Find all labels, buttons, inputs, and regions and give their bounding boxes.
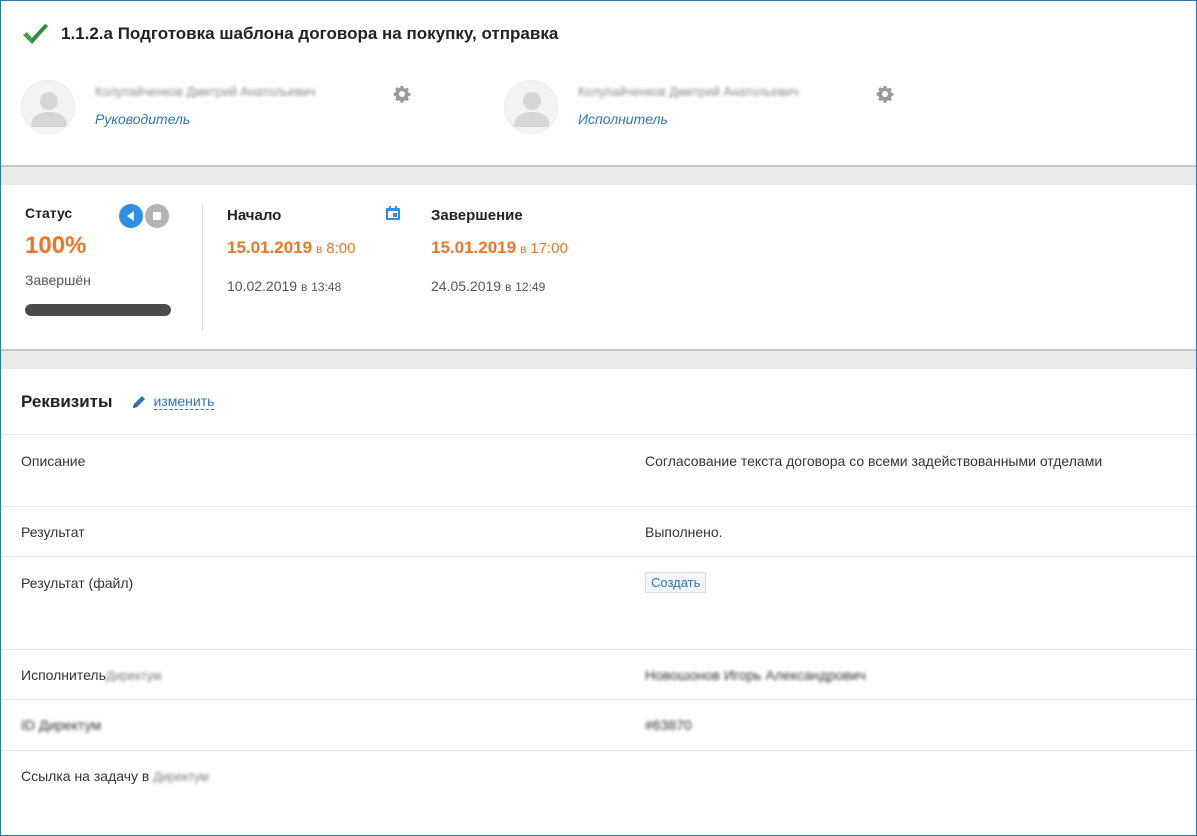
requisites-title: Реквизиты xyxy=(21,391,113,411)
row-label: Ссылка на задачу в Директум xyxy=(21,768,209,784)
section-separator xyxy=(1,165,1196,185)
row-value: Выполнено. xyxy=(645,524,723,540)
row-label-blurred: Директум xyxy=(153,770,209,784)
status-controls xyxy=(119,204,169,228)
requisite-row-result: Результат Выполнено. xyxy=(1,507,1196,557)
gear-icon[interactable] xyxy=(393,85,411,103)
avatar[interactable] xyxy=(21,80,75,134)
row-value: #63870 xyxy=(645,717,692,733)
date-sep: в xyxy=(519,242,527,256)
create-button[interactable]: Создать xyxy=(645,572,707,593)
row-label-text: Исполнитель xyxy=(21,667,106,683)
start-dates: Начало 15.01.2019 в 8:00 10.02.2019 в 13… xyxy=(227,207,355,294)
divider xyxy=(202,205,203,330)
person-name[interactable]: Колупайченков Дмитрий Анатольевич xyxy=(578,82,798,102)
start-label: Начало xyxy=(227,207,282,224)
calendar-icon[interactable] xyxy=(385,205,401,221)
time-value: 13:48 xyxy=(311,280,342,294)
row-label: ID Директум xyxy=(21,717,102,733)
person-executor: Колупайченков Дмитрий Анатольевич Исполн… xyxy=(504,80,894,134)
progress-fill xyxy=(25,304,171,316)
date-sep: в xyxy=(300,280,308,294)
requisite-row-description: Описание Согласование текста договора со… xyxy=(1,435,1196,507)
progress-bar xyxy=(25,304,171,316)
time-value: 8:00 xyxy=(326,240,356,257)
person-info: Колупайченков Дмитрий Анатольевич Руково… xyxy=(95,81,395,127)
user-silhouette-icon xyxy=(514,92,550,127)
row-label: Результат (файл) xyxy=(21,575,134,591)
date-sep: в xyxy=(504,280,512,294)
person-info: Колупайченков Дмитрий Анатольевич Исполн… xyxy=(578,81,878,127)
edit-link[interactable]: изменить xyxy=(153,393,215,410)
user-silhouette-icon xyxy=(31,92,67,127)
play-back-icon xyxy=(127,211,134,221)
end-label: Завершение xyxy=(431,207,523,224)
stop-icon xyxy=(153,212,161,220)
task-card: 1.1.2.а Подготовка шаблона договора на п… xyxy=(0,0,1197,836)
person-name[interactable]: Колупайченков Дмитрий Анатольевич xyxy=(95,82,315,102)
requisites-section: Реквизиты изменить Описание Согласование… xyxy=(1,369,1196,811)
rewind-button[interactable] xyxy=(119,204,143,228)
checkmark-icon xyxy=(23,24,48,44)
date-value: 15.01.2019 xyxy=(431,238,517,257)
title-row: 1.1.2.а Подготовка шаблона договора на п… xyxy=(21,21,558,47)
row-label-blurred: Директум xyxy=(105,669,162,683)
time-value: 12:49 xyxy=(515,280,546,294)
start-plan-date: 15.01.2019 в 8:00 xyxy=(227,238,355,258)
row-value: Согласование текста договора со всеми за… xyxy=(645,453,1103,469)
end-plan-date: 15.01.2019 в 17:00 xyxy=(431,238,568,258)
requisites-header: Реквизиты изменить xyxy=(1,369,1196,435)
date-value: 15.01.2019 xyxy=(227,238,313,257)
row-label-text: Ссылка на задачу в xyxy=(21,768,150,784)
requisite-row-id: ID Директум #63870 xyxy=(1,700,1196,751)
date-value: 24.05.2019 xyxy=(431,278,502,294)
status-column: Статус 100% Завершён xyxy=(25,204,175,316)
row-label: Описание xyxy=(21,453,86,469)
row-label: ИсполнительДиректум xyxy=(21,667,161,683)
task-title: 1.1.2.а Подготовка шаблона договора на п… xyxy=(61,24,559,43)
requisite-row-executor: ИсполнительДиректум Новошонов Игорь Алек… xyxy=(1,650,1196,700)
stop-button[interactable] xyxy=(145,204,169,228)
section-separator xyxy=(1,349,1196,369)
start-fact-date: 10.02.2019 в 13:48 xyxy=(227,278,355,294)
status-percent: 100% xyxy=(25,232,87,259)
executor-link[interactable]: Новошонов Игорь Александрович xyxy=(645,667,866,683)
date-value: 10.02.2019 xyxy=(227,278,298,294)
task-header: 1.1.2.а Подготовка шаблона договора на п… xyxy=(1,1,1196,167)
avatar[interactable] xyxy=(504,80,558,134)
person-role-link[interactable]: Исполнитель xyxy=(578,111,668,127)
person-manager: Колупайченков Дмитрий Анатольевич Руково… xyxy=(21,80,411,134)
requisite-row-result-file: Результат (файл) Создать xyxy=(1,557,1196,650)
pencil-icon[interactable] xyxy=(130,393,148,411)
date-sep: в xyxy=(315,242,323,256)
end-fact-date: 24.05.2019 в 12:49 xyxy=(431,278,568,294)
gear-icon[interactable] xyxy=(876,85,894,103)
row-label: Результат xyxy=(21,524,85,540)
end-dates: Завершение 15.01.2019 в 17:00 24.05.2019… xyxy=(431,207,568,294)
status-section: Статус 100% Завершён Начало 15.01.2019 в xyxy=(1,185,1196,349)
status-state: Завершён xyxy=(25,272,91,288)
requisite-row-link: Ссылка на задачу в Директум xyxy=(1,751,1196,811)
person-role-link[interactable]: Руководитель xyxy=(95,111,190,127)
time-value: 17:00 xyxy=(530,240,568,257)
